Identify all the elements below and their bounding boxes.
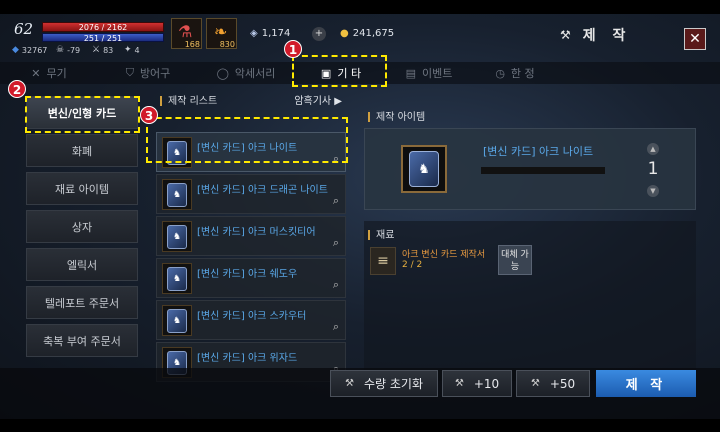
craft-item-detail: ♞ [변신 카드] 아크 나이트 ▲ 1 ▼: [364, 128, 696, 210]
quantity-value: 1: [647, 159, 659, 179]
stat-lawful: ☠ -79: [56, 45, 81, 55]
card-icon: ♞: [162, 179, 192, 210]
card-icon: ♞: [162, 221, 192, 252]
craft-button[interactable]: 제 작: [596, 370, 696, 397]
quick-slot-scroll[interactable]: ❧ 830: [206, 18, 237, 49]
sword-icon: ✕: [31, 66, 41, 80]
list-item[interactable]: ♞ [변신 카드] 아크 머스킷티어 ⌕: [156, 216, 346, 256]
anvil-icon: ⚒: [530, 378, 540, 389]
crystal-icon: ◈: [250, 28, 258, 39]
chevron-down-icon[interactable]: ▼: [647, 185, 659, 197]
armor-icon: ⛉: [125, 66, 134, 79]
list-item[interactable]: ♞ [변신 카드] 아크 드래곤 나이트 ⌕: [156, 174, 346, 214]
card-icon: ♞: [162, 263, 192, 294]
feather-icon: ❧: [214, 22, 228, 41]
gold-currency: ● 241,675: [340, 28, 395, 39]
category-list: 변신/인형 카드 화폐 재료 아이템 상자 엘릭서 텔레포트 주문서 축복 부여…: [26, 96, 140, 362]
hp-text: 2076 / 2162: [78, 23, 128, 32]
chevron-up-icon[interactable]: ▲: [647, 143, 659, 155]
skull-icon: ☠: [56, 45, 65, 55]
crafting-window: 62 2076 / 2162 251 / 251 ◆ 32767 ☠ -79 ⚔ 83…: [0, 14, 720, 419]
add-currency-button[interactable]: +: [312, 27, 326, 41]
category-teleport-scroll[interactable]: 텔레포트 주문서: [26, 286, 138, 319]
tab-accessory[interactable]: ◯ 악세서리: [198, 62, 294, 84]
stat-attack: ⚔ 83: [92, 45, 114, 55]
highlight-list-item: [146, 117, 348, 163]
mp-bar: 251 / 251: [42, 33, 164, 43]
gift-icon: ▤: [405, 66, 417, 80]
tab-armor[interactable]: ⛉ 방어구: [98, 62, 198, 84]
material-count: 2 / 2: [402, 260, 423, 270]
clock-icon: ◷: [495, 66, 505, 80]
substitute-button[interactable]: 대체 가능: [498, 245, 532, 275]
material-row: ≡ 아크 변신 카드 제작서 2 / 2 대체 가능: [368, 245, 534, 277]
highlight-etc-tab: [292, 55, 387, 87]
materials-header: 재료: [368, 226, 394, 241]
quick-slot-potion[interactable]: ⚗ 168: [171, 18, 202, 49]
plus10-button[interactable]: ⚒ +10: [442, 370, 512, 397]
scroll-icon: ≡: [370, 247, 396, 275]
search-icon[interactable]: ⌕: [333, 194, 339, 208]
category-box[interactable]: 상자: [26, 210, 138, 243]
category-currency[interactable]: 화폐: [26, 134, 138, 167]
boot-icon: ✦: [124, 45, 132, 55]
material-name: 아크 변신 카드 제작서: [402, 250, 486, 260]
craft-progress-bar: [481, 167, 605, 174]
player-level: 62: [14, 20, 34, 38]
window-title: ⚒ 제 작: [560, 28, 632, 44]
search-icon[interactable]: ⌕: [333, 236, 339, 250]
anvil-icon: ⚒: [345, 378, 354, 389]
category-material[interactable]: 재료 아이템: [26, 172, 138, 205]
card-icon: ♞: [162, 305, 192, 336]
card-icon: ♞: [401, 145, 447, 193]
search-icon[interactable]: ⌕: [333, 320, 339, 334]
search-icon[interactable]: ⌕: [333, 278, 339, 292]
anvil-icon: ⚒: [560, 28, 571, 42]
mp-text: 251 / 251: [83, 34, 123, 43]
class-filter-link[interactable]: 암흑기사 ▶: [294, 92, 342, 107]
craft-item-header: 제작 아이템: [368, 108, 425, 123]
category-elixir[interactable]: 엘릭서: [26, 248, 138, 281]
list-item[interactable]: ♞ [변신 카드] 아크 쉐도우 ⌕: [156, 258, 346, 298]
craft-list-header: 제작 리스트 암흑기사 ▶: [160, 92, 342, 108]
annotation-badge-1: 1: [284, 40, 302, 58]
shield-icon: ◆: [12, 45, 19, 55]
hp-bar: 2076 / 2162: [42, 22, 164, 32]
stat-defense: ◆ 32767: [12, 45, 48, 55]
reset-quantity-button[interactable]: ⚒ 수량 초기화: [330, 370, 438, 397]
category-bless-scroll[interactable]: 축복 부여 주문서: [26, 324, 138, 357]
annotation-badge-2: 2: [8, 80, 26, 98]
close-button[interactable]: ✕: [684, 28, 706, 50]
crystal-currency: ◈ 1,174: [250, 28, 291, 39]
potion-icon: ⚗: [178, 22, 193, 41]
ring-icon: ◯: [216, 66, 229, 80]
tab-event[interactable]: ▤ 이벤트: [388, 62, 470, 84]
anvil-icon: ⚒: [454, 378, 464, 389]
plus50-button[interactable]: ⚒ +50: [516, 370, 590, 397]
stat-speed: ✦ 4: [124, 45, 140, 55]
materials-panel: 재료 ≡ 아크 변신 카드 제작서 2 / 2 대체 가능: [364, 221, 696, 381]
gold-icon: ●: [340, 28, 349, 39]
sword-icon: ⚔: [92, 45, 101, 55]
annotation-badge-3: 3: [140, 106, 158, 124]
highlight-category: [25, 96, 140, 133]
tab-limited[interactable]: ◷ 한 정: [470, 62, 560, 84]
list-item[interactable]: ♞ [변신 카드] 아크 스카우터 ⌕: [156, 300, 346, 340]
craft-item-name: [변신 카드] 아크 나이트: [483, 145, 594, 158]
craft-list: ♞ [변신 카드] 아크 나이트 ⌕ ♞ [변신 카드] 아크 드래곤 나이트 …: [156, 132, 346, 384]
